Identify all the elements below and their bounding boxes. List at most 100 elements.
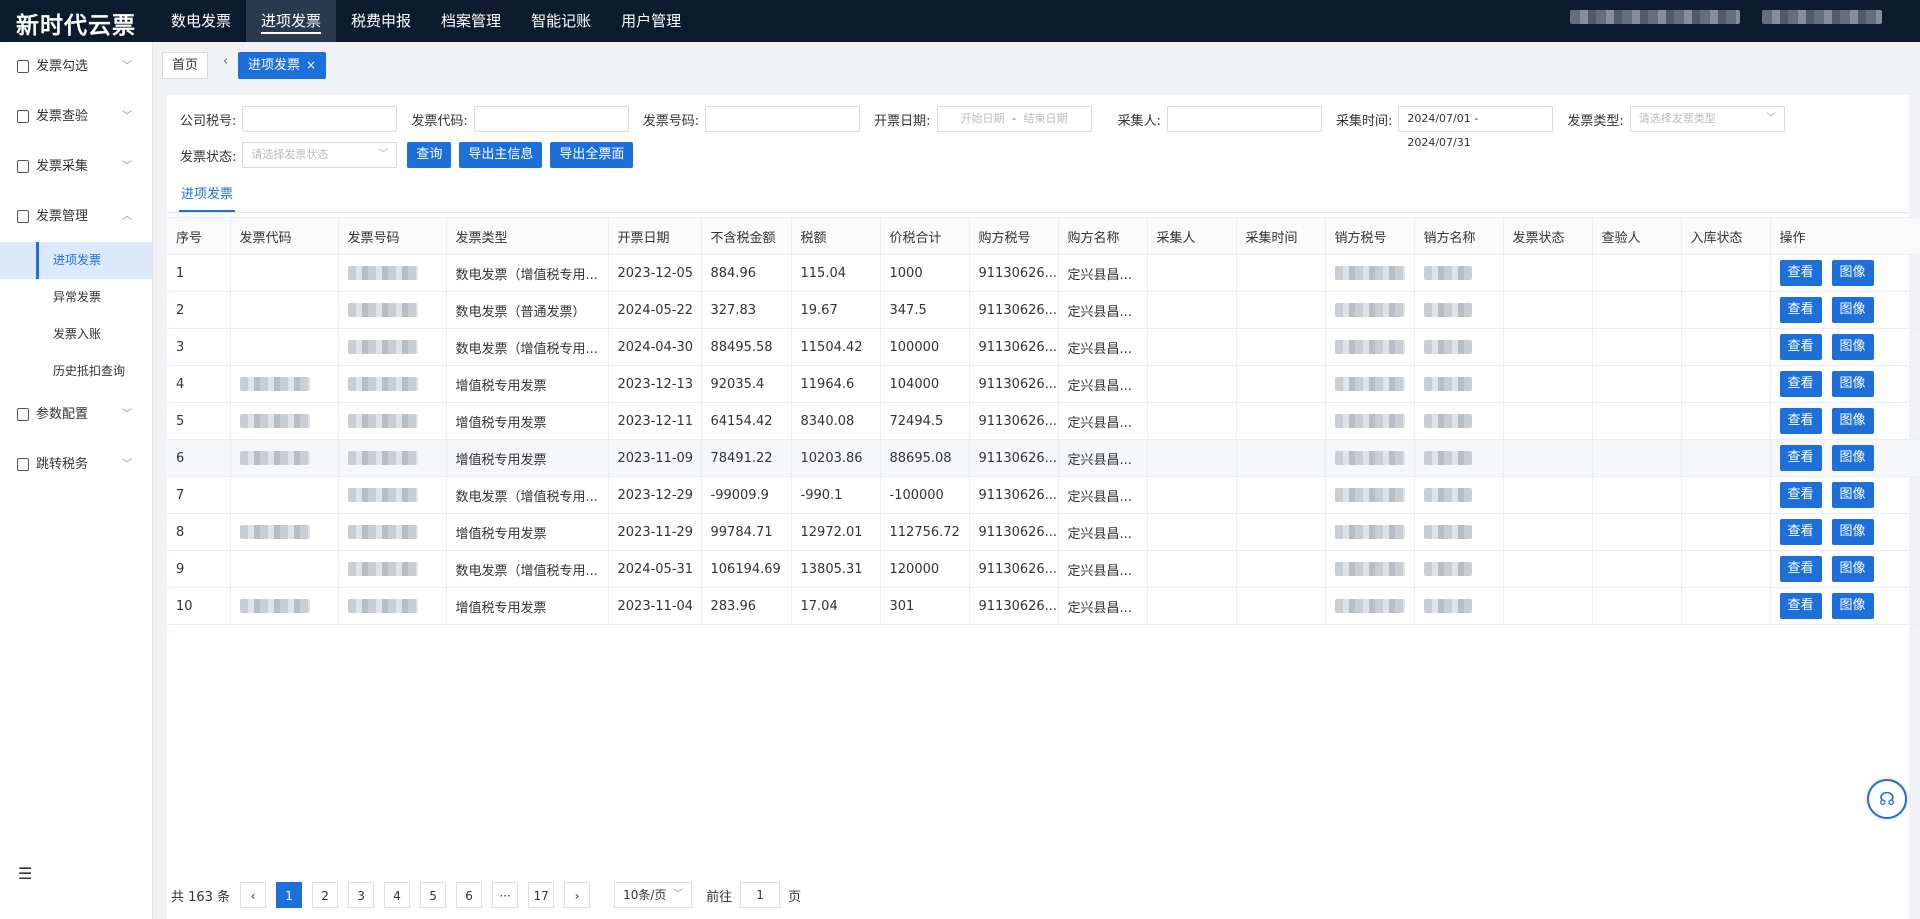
image-button[interactable]: 图像 bbox=[1831, 445, 1874, 471]
cell-invoice-code bbox=[230, 513, 339, 551]
view-button[interactable]: 查看 bbox=[1779, 371, 1822, 397]
nav-item[interactable]: 档案管理 bbox=[426, 0, 516, 42]
table-row[interactable]: 1 数电发票（增值税专用... 2023-12-05 884.96 115.04 1000… bbox=[167, 254, 1920, 292]
image-button[interactable]: 图像 bbox=[1831, 593, 1874, 619]
cell-total: 100000 bbox=[880, 328, 970, 366]
table-row[interactable]: 2 数电发票（普通发票） 2024-05-22 327.83 19.67 347.5 911… bbox=[167, 291, 1920, 329]
tab-scroll-left-icon[interactable]: ‹ bbox=[223, 54, 228, 69]
cell-buyer-tax: 91130626... bbox=[969, 439, 1059, 477]
redacted-value bbox=[1423, 340, 1472, 354]
cell-collector bbox=[1147, 254, 1237, 292]
export-full-button[interactable]: 导出全票面 bbox=[550, 142, 634, 168]
page-button[interactable]: 5 bbox=[420, 882, 447, 908]
sidebar-item[interactable]: 发票勾选 ﹀ bbox=[0, 42, 152, 92]
view-button[interactable]: 查看 bbox=[1779, 519, 1822, 545]
close-icon[interactable]: × bbox=[306, 58, 316, 72]
cell-invoice-status bbox=[1503, 587, 1593, 625]
image-button[interactable]: 图像 bbox=[1831, 260, 1874, 286]
nav-item[interactable]: 税费申报 bbox=[336, 0, 426, 42]
sidebar-item-label: 发票查验 bbox=[36, 109, 89, 124]
prev-page-button[interactable]: ‹ bbox=[240, 882, 267, 908]
page-size-select[interactable]: 10条/页 ﹀ bbox=[614, 882, 693, 908]
view-button[interactable]: 查看 bbox=[1779, 408, 1822, 434]
redacted-value bbox=[347, 303, 418, 317]
cell-invoice-number bbox=[338, 513, 447, 551]
image-button[interactable]: 图像 bbox=[1831, 408, 1874, 434]
sidebar-subitem[interactable]: 历史抵扣查询 bbox=[0, 353, 152, 390]
collapse-menu-icon[interactable]: ☰ bbox=[18, 864, 32, 883]
sidebar-item-label: 发票管理 bbox=[36, 209, 89, 224]
sidebar-item[interactable]: 发票采集 ﹀ bbox=[0, 142, 152, 192]
cell-index: 5 bbox=[167, 402, 231, 440]
sidebar-subitem[interactable]: 进项发票 bbox=[0, 242, 152, 279]
table-row[interactable]: 10 增值税专用发票 2023-11-04 283.96 17.04 301 9113062… bbox=[167, 587, 1920, 625]
page-button[interactable]: 2 bbox=[312, 882, 339, 908]
cell-invoice-number bbox=[338, 328, 447, 366]
table-row[interactable]: 5 增值税专用发票 2023-12-11 64154.42 8340.08 72494.5… bbox=[167, 402, 1920, 440]
collect-time-range[interactable]: 2024/07/01 - 2024/07/31 bbox=[1398, 106, 1554, 149]
image-button[interactable]: 图像 bbox=[1831, 556, 1874, 582]
company-tax-input[interactable] bbox=[242, 106, 398, 132]
page-button[interactable]: 4 bbox=[384, 882, 411, 908]
more-pages-button[interactable]: ··· bbox=[492, 882, 519, 908]
nav-item[interactable]: 智能记账 bbox=[516, 0, 606, 42]
cell-verifier bbox=[1592, 476, 1682, 514]
sidebar-item-label: 发票采集 bbox=[36, 159, 89, 174]
sidebar-item[interactable]: 参数配置 ﹀ bbox=[0, 390, 152, 440]
export-main-button[interactable]: 导出主信息 bbox=[459, 142, 543, 168]
sidebar-subitem[interactable]: 发票入账 bbox=[0, 316, 152, 353]
invoice-code-input[interactable] bbox=[473, 106, 629, 132]
tab-incoming-invoice[interactable]: 进项发票 × bbox=[238, 52, 327, 79]
table-row[interactable]: 7 数电发票（增值税专用... 2023-12-29 -99009.9 -990.1 -1… bbox=[167, 476, 1920, 514]
redacted-value bbox=[1334, 340, 1405, 354]
subtab-incoming-invoice[interactable]: 进项发票 bbox=[179, 180, 236, 212]
table-row[interactable]: 8 增值税专用发票 2023-11-29 99784.71 12972.01 112756… bbox=[167, 513, 1920, 551]
nav-item[interactable]: 数电发票 bbox=[156, 0, 246, 42]
tab-home[interactable]: 首页 bbox=[162, 52, 209, 79]
cell-collect-time bbox=[1236, 513, 1326, 551]
query-button[interactable]: 查询 bbox=[407, 142, 452, 168]
page-button[interactable]: 6 bbox=[456, 882, 483, 908]
view-button[interactable]: 查看 bbox=[1779, 334, 1822, 360]
redacted-value bbox=[1334, 266, 1405, 280]
cell-buyer-name: 定兴县昌... bbox=[1058, 439, 1148, 477]
table-row[interactable]: 9 数电发票（增值税专用... 2024-05-31 106194.69 13805.3… bbox=[167, 550, 1920, 588]
collector-input[interactable] bbox=[1166, 106, 1322, 132]
sidebar-subitem[interactable]: 异常发票 bbox=[0, 279, 152, 316]
table-row[interactable]: 6 增值税专用发票 2023-11-09 78491.22 10203.86 88695.… bbox=[167, 439, 1920, 477]
view-button[interactable]: 查看 bbox=[1779, 556, 1822, 582]
invoice-number-input[interactable] bbox=[705, 106, 861, 132]
issue-date-range[interactable]: 开始日期 - 结束日期 bbox=[936, 106, 1092, 132]
view-button[interactable]: 查看 bbox=[1779, 297, 1822, 323]
page-button[interactable]: 1 bbox=[276, 882, 303, 908]
nav-item[interactable]: 用户管理 bbox=[606, 0, 696, 42]
cell-seller-tax bbox=[1325, 587, 1415, 625]
customer-service-icon[interactable]: ☊ bbox=[1867, 779, 1907, 819]
image-button[interactable]: 图像 bbox=[1831, 297, 1874, 323]
sidebar-item[interactable]: 跳转税务 ﹀ bbox=[0, 440, 152, 490]
sidebar-item[interactable]: 发票查验 ﹀ bbox=[0, 92, 152, 142]
table-row[interactable]: 4 增值税专用发票 2023-12-13 92035.4 11964.6 104000 91… bbox=[167, 365, 1920, 403]
image-button[interactable]: 图像 bbox=[1831, 371, 1874, 397]
invoice-type-select[interactable]: 请选择发票类型 ﹀ bbox=[1629, 106, 1785, 132]
cell-actions: 查看 图像 bbox=[1770, 587, 1920, 625]
last-page-button[interactable]: 17 bbox=[528, 882, 555, 908]
cell-stock-status bbox=[1681, 328, 1771, 366]
view-button[interactable]: 查看 bbox=[1779, 445, 1822, 471]
image-button[interactable]: 图像 bbox=[1831, 519, 1874, 545]
nav-item[interactable]: 进项发票 bbox=[246, 0, 337, 42]
account-blurred[interactable] bbox=[1762, 10, 1882, 24]
sidebar-item[interactable]: 发票管理 ︿ bbox=[0, 192, 152, 242]
cell-amount: 884.96 bbox=[701, 254, 792, 292]
page-button[interactable]: 3 bbox=[348, 882, 375, 908]
invoice-status-select[interactable]: 请选择发票状态 ﹀ bbox=[242, 142, 398, 168]
next-page-button[interactable]: › bbox=[564, 882, 591, 908]
view-button[interactable]: 查看 bbox=[1779, 593, 1822, 619]
image-button[interactable]: 图像 bbox=[1831, 482, 1874, 508]
view-button[interactable]: 查看 bbox=[1779, 482, 1822, 508]
goto-page-input[interactable]: 1 bbox=[740, 882, 781, 908]
view-button[interactable]: 查看 bbox=[1779, 260, 1822, 286]
cell-invoice-type: 增值税专用发票 bbox=[446, 587, 609, 625]
table-row[interactable]: 3 数电发票（增值税专用... 2024-04-30 88495.58 11504.42… bbox=[167, 328, 1920, 366]
image-button[interactable]: 图像 bbox=[1831, 334, 1874, 360]
